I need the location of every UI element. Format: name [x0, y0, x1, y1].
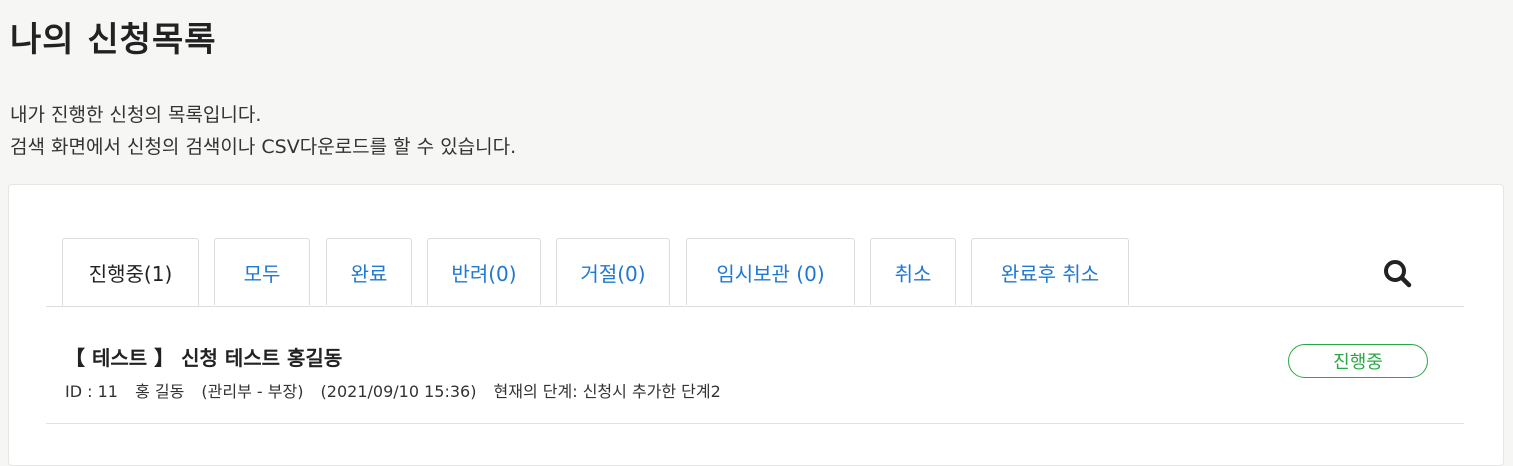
tab-completed[interactable]: 완료 [326, 238, 412, 305]
item-datetime: (2021/09/10 15:36) [320, 382, 477, 401]
search-icon [1384, 260, 1412, 288]
item-stage: 현재의 단계: 신청시 추가한 단계2 [493, 382, 721, 401]
item-applicant: 홍 길동 [135, 382, 185, 401]
tab-cancelled-after-complete[interactable]: 완료후 취소 [971, 238, 1129, 305]
application-list-card: 진행중(1) 모두 완료 반려(0) 거절(0) 임시보관 (0) 취소 완료후… [8, 184, 1504, 466]
search-button[interactable] [1380, 256, 1416, 292]
item-id: ID : 11 [65, 382, 118, 401]
tab-rejected[interactable]: 거절(0) [556, 238, 670, 305]
item-title[interactable]: 【 테스트 】 신청 테스트 홍길동 [65, 342, 342, 371]
item-department: (관리부 - 부장) [201, 382, 304, 401]
page-title: 나의 신청목록 [10, 20, 217, 60]
tab-all[interactable]: 모두 [214, 238, 310, 305]
tab-drafts[interactable]: 임시보관 (0) [686, 238, 855, 305]
tab-returned[interactable]: 반려(0) [427, 238, 541, 305]
list-item[interactable]: 【 테스트 】 신청 테스트 홍길동 ID : 11 홍 길동 (관리부 - 부… [46, 323, 1464, 424]
status-badge: 진행중 [1288, 344, 1428, 378]
page-description: 내가 진행한 신청의 목록입니다. 검색 화면에서 신청의 검색이나 CSV다운… [10, 99, 516, 163]
tab-in-progress[interactable]: 진행중(1) [62, 238, 199, 306]
status-tabs: 진행중(1) 모두 완료 반려(0) 거절(0) 임시보관 (0) 취소 완료후… [46, 238, 1464, 307]
tab-cancelled[interactable]: 취소 [870, 238, 956, 305]
description-line-1: 내가 진행한 신청의 목록입니다. [10, 104, 262, 126]
item-meta: ID : 11 홍 길동 (관리부 - 부장) (2021/09/10 15:3… [65, 378, 733, 402]
description-line-2: 검색 화면에서 신청의 검색이나 CSV다운로드를 할 수 있습니다. [10, 136, 517, 158]
